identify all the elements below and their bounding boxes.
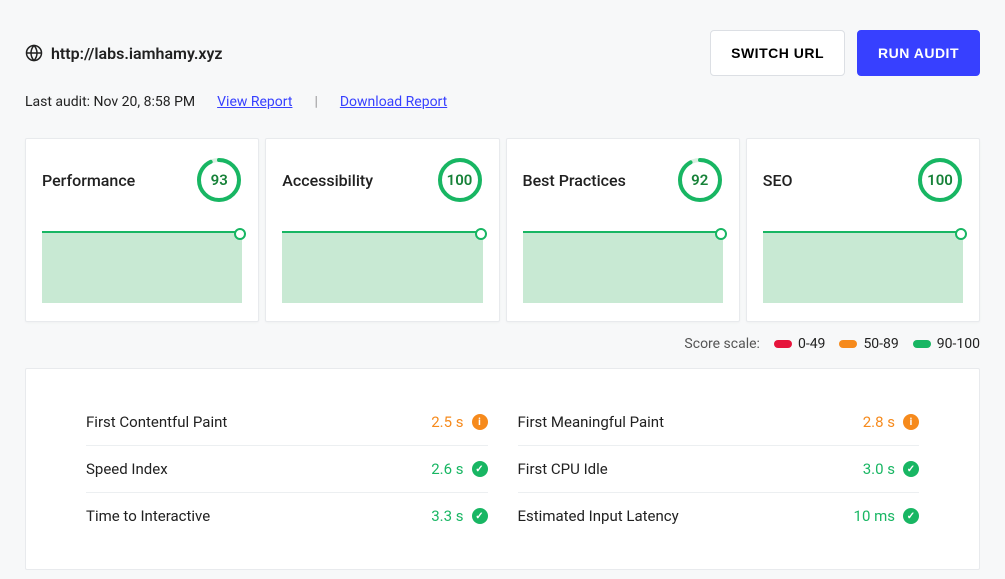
metric-name: Speed Index bbox=[86, 460, 168, 478]
card-title: Accessibility bbox=[282, 171, 373, 190]
header: http://labs.iamhamy.xyz SWITCH URL RUN A… bbox=[25, 30, 980, 76]
scale-label: Score scale: bbox=[684, 336, 760, 352]
switch-url-button[interactable]: SWITCH URL bbox=[710, 30, 845, 76]
metric-row: First Meaningful Paint 2.8 s i bbox=[518, 399, 920, 446]
metric-row: First Contentful Paint 2.5 s i bbox=[86, 399, 488, 446]
card-head: Best Practices 92 bbox=[523, 157, 723, 203]
metric-row: Speed Index 2.6 s ✓ bbox=[86, 446, 488, 493]
sparkline bbox=[282, 231, 482, 303]
info-icon: i bbox=[472, 414, 488, 430]
score-card-performance[interactable]: Performance 93 bbox=[25, 138, 259, 322]
card-title: SEO bbox=[763, 171, 793, 190]
check-icon: ✓ bbox=[472, 461, 488, 477]
score-gauge: 100 bbox=[917, 157, 963, 203]
metric-row: Time to Interactive 3.3 s ✓ bbox=[86, 493, 488, 539]
metric-name: Estimated Input Latency bbox=[518, 507, 679, 525]
card-head: Performance 93 bbox=[42, 157, 242, 203]
meta-row: Last audit: Nov 20, 8:58 PM View Report … bbox=[25, 94, 980, 110]
metric-row: First CPU Idle 3.0 s ✓ bbox=[518, 446, 920, 493]
scale-red: 0-49 bbox=[774, 336, 825, 352]
score-gauge: 92 bbox=[677, 157, 723, 203]
url-block: http://labs.iamhamy.xyz bbox=[25, 44, 223, 63]
metric-value: 10 ms ✓ bbox=[854, 507, 919, 525]
card-head: Accessibility 100 bbox=[282, 157, 482, 203]
metric-value: 3.0 s ✓ bbox=[863, 460, 919, 478]
metrics-left: First Contentful Paint 2.5 s i Speed Ind… bbox=[86, 399, 488, 539]
metrics-grid: First Contentful Paint 2.5 s i Speed Ind… bbox=[86, 399, 919, 539]
header-actions: SWITCH URL RUN AUDIT bbox=[710, 30, 980, 76]
score-value: 100 bbox=[917, 157, 963, 203]
metric-value: 2.5 s i bbox=[431, 413, 487, 431]
separator: | bbox=[314, 94, 317, 110]
check-icon: ✓ bbox=[472, 508, 488, 524]
info-icon: i bbox=[903, 414, 919, 430]
metric-row: Estimated Input Latency 10 ms ✓ bbox=[518, 493, 920, 539]
check-icon: ✓ bbox=[903, 508, 919, 524]
view-report-link[interactable]: View Report bbox=[217, 94, 292, 110]
run-audit-button[interactable]: RUN AUDIT bbox=[857, 30, 980, 76]
metrics-right: First Meaningful Paint 2.8 s i First CPU… bbox=[518, 399, 920, 539]
globe-icon bbox=[25, 44, 43, 62]
card-title: Best Practices bbox=[523, 171, 626, 190]
check-icon: ✓ bbox=[903, 461, 919, 477]
card-head: SEO 100 bbox=[763, 157, 963, 203]
score-value: 93 bbox=[196, 157, 242, 203]
metric-name: First Contentful Paint bbox=[86, 413, 227, 431]
scale-green: 90-100 bbox=[913, 336, 980, 352]
scale-orange: 50-89 bbox=[839, 336, 898, 352]
metric-value: 2.8 s i bbox=[863, 413, 919, 431]
download-report-link[interactable]: Download Report bbox=[340, 94, 447, 110]
score-cards: Performance 93 Accessibility 100 bbox=[25, 138, 980, 322]
metric-value: 2.6 s ✓ bbox=[431, 460, 487, 478]
score-card-accessibility[interactable]: Accessibility 100 bbox=[265, 138, 499, 322]
score-scale: Score scale: 0-49 50-89 90-100 bbox=[25, 336, 980, 352]
sparkline bbox=[523, 231, 723, 303]
metric-value: 3.3 s ✓ bbox=[431, 507, 487, 525]
score-value: 100 bbox=[437, 157, 483, 203]
score-gauge: 100 bbox=[437, 157, 483, 203]
metric-name: First CPU Idle bbox=[518, 460, 608, 478]
last-audit-label: Last audit: Nov 20, 8:58 PM bbox=[25, 94, 195, 110]
page-url: http://labs.iamhamy.xyz bbox=[51, 44, 223, 63]
score-value: 92 bbox=[677, 157, 723, 203]
score-card-best-practices[interactable]: Best Practices 92 bbox=[506, 138, 740, 322]
sparkline bbox=[42, 231, 242, 303]
sparkline bbox=[763, 231, 963, 303]
metric-name: First Meaningful Paint bbox=[518, 413, 664, 431]
score-gauge: 93 bbox=[196, 157, 242, 203]
metric-name: Time to Interactive bbox=[86, 507, 210, 525]
metrics-card: First Contentful Paint 2.5 s i Speed Ind… bbox=[25, 368, 980, 570]
card-title: Performance bbox=[42, 171, 135, 190]
score-card-seo[interactable]: SEO 100 bbox=[746, 138, 980, 322]
